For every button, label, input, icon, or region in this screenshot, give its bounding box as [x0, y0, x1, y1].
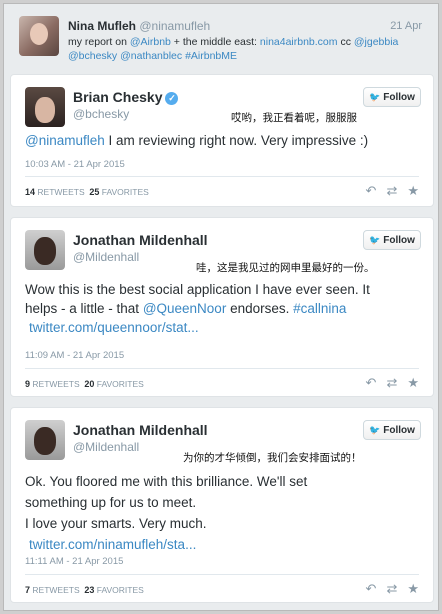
follow-button[interactable]: 🐦 Follow	[363, 230, 421, 250]
tweet-date[interactable]: 21 Apr	[390, 20, 422, 32]
tweet-card: Brian Chesky ✓ @bchesky 🐦 Follow 哎哟，我正看着呢，…	[10, 74, 434, 207]
tweet-timestamp[interactable]: 10:03 AM - 21 Apr 2015	[25, 159, 125, 170]
divider	[25, 368, 419, 369]
retweet-icon[interactable]: ⇄	[386, 375, 397, 391]
reply-icon[interactable]: ↶	[366, 183, 377, 199]
favorites-label: FAVORITES	[96, 379, 144, 389]
tweet-text: something up for us to meet.	[25, 495, 197, 510]
favorite-count[interactable]: 20	[84, 379, 94, 389]
star-icon[interactable]: ★	[407, 581, 419, 597]
tweet-text: Ok. You floored me with this brilliance.…	[25, 474, 308, 489]
retweet-count[interactable]: 7	[25, 585, 30, 595]
tweet-stats: 9 RETWEETS 20 FAVORITES	[25, 379, 144, 389]
tweet-actions: ↶ ⇄ ★	[366, 375, 419, 391]
tweet-text: my report on @Airbnb + the middle east: …	[68, 35, 408, 63]
retweets-label: RETWEETS	[32, 585, 80, 595]
favorite-count[interactable]: 25	[89, 187, 99, 197]
author-handle[interactable]: @Mildenhall	[73, 250, 139, 264]
reply-icon[interactable]: ↶	[366, 375, 377, 391]
follow-button[interactable]: 🐦 Follow	[363, 87, 421, 107]
retweet-count[interactable]: 14	[25, 187, 35, 197]
author-name[interactable]: Jonathan Mildenhall	[73, 422, 208, 438]
mention-link[interactable]: @bchesky	[68, 50, 117, 62]
screenshot-frame: Nina Mufleh @ninamufleh 21 Apr my report…	[3, 3, 439, 611]
hashtag-link[interactable]: #callnina	[293, 301, 346, 316]
star-icon[interactable]: ★	[407, 375, 419, 391]
divider	[25, 176, 419, 177]
twitter-bird-icon: 🐦	[369, 424, 381, 435]
retweets-label: RETWEETS	[37, 187, 85, 197]
url-link[interactable]: twitter.com/queennoor/stat...	[25, 320, 199, 335]
tweet-body: @ninamufleh I am reviewing right now. Ve…	[25, 131, 425, 150]
mention-link[interactable]: @QueenNoor	[143, 301, 227, 316]
favorite-count[interactable]: 23	[84, 585, 94, 595]
original-tweet: Nina Mufleh @ninamufleh 21 Apr my report…	[10, 10, 434, 70]
avatar[interactable]	[19, 16, 59, 56]
author-handle[interactable]: @Mildenhall	[73, 440, 139, 454]
tweet-text: endorses.	[226, 301, 294, 316]
tweet-actions: ↶ ⇄ ★	[366, 581, 419, 597]
tweet-text: helps - a little - that	[25, 301, 143, 316]
author-name[interactable]: Nina Mufleh	[68, 19, 136, 33]
retweet-icon[interactable]: ⇄	[386, 581, 397, 597]
tweet-stats: 14 RETWEETS 25 FAVORITES	[25, 187, 149, 197]
favorites-label: FAVORITES	[96, 585, 144, 595]
twitter-bird-icon: 🐦	[369, 234, 381, 245]
follow-label: Follow	[383, 234, 415, 246]
tweet-body: Wow this is the best social application …	[25, 280, 425, 337]
tweet-author[interactable]: Nina Mufleh @ninamufleh	[68, 19, 210, 33]
annotation: 哇，这是我见过的网申里最好的一份。	[196, 262, 375, 274]
hashtag-link[interactable]: #AirbnbME	[185, 50, 237, 62]
avatar[interactable]	[25, 420, 65, 460]
url-link[interactable]: nina4airbnb.com	[260, 36, 338, 48]
favorites-label: FAVORITES	[101, 187, 149, 197]
tweet-text: I am reviewing right now. Very impressiv…	[104, 133, 369, 148]
annotation: 哎哟，我正看着呢，服服服	[231, 112, 357, 124]
url-link[interactable]: twitter.com/ninamufleh/sta...	[25, 537, 196, 552]
text-segment: my report on	[68, 36, 130, 48]
tweet-actions: ↶ ⇄ ★	[366, 183, 419, 199]
tweet-timestamp[interactable]: 11:09 AM - 21 Apr 2015	[25, 350, 124, 361]
mention-link[interactable]: @ninamufleh	[25, 133, 105, 148]
tweet-text: Wow this is the best social application …	[25, 282, 370, 297]
annotation: 为你的才华倾倒，我们会安排面试的！	[183, 452, 362, 464]
follow-button[interactable]: 🐦 Follow	[363, 420, 421, 440]
tweet-body: Ok. You floored me with this brilliance.…	[25, 471, 425, 555]
twitter-bird-icon: 🐦	[369, 91, 381, 102]
author-name-text[interactable]: Brian Chesky	[73, 89, 162, 105]
retweet-icon[interactable]: ⇄	[386, 183, 397, 199]
text-segment: cc	[337, 36, 354, 48]
tweet-timestamp[interactable]: 11:11 AM - 21 Apr 2015	[25, 556, 123, 567]
mention-link[interactable]: @nathanblec	[120, 50, 182, 62]
retweets-label: RETWEETS	[32, 379, 80, 389]
mention-link[interactable]: @jgebbia	[354, 36, 399, 48]
verified-badge-icon: ✓	[165, 92, 179, 105]
tweet-text: I love your smarts. Very much.	[25, 516, 207, 531]
author-name[interactable]: Jonathan Mildenhall	[73, 232, 208, 248]
follow-label: Follow	[383, 424, 415, 436]
tweet-card: Jonathan Mildenhall @Mildenhall 🐦 Follow …	[10, 407, 434, 603]
author-handle[interactable]: @ninamufleh	[139, 19, 210, 33]
retweet-count[interactable]: 9	[25, 379, 30, 389]
divider	[25, 574, 419, 575]
text-segment: + the middle east:	[170, 36, 260, 48]
tweet-stats: 7 RETWEETS 23 FAVORITES	[25, 585, 144, 595]
follow-label: Follow	[383, 91, 415, 103]
reply-icon[interactable]: ↶	[366, 581, 377, 597]
author-handle[interactable]: @bchesky	[73, 107, 129, 121]
avatar[interactable]	[25, 87, 65, 127]
author-name[interactable]: Brian Chesky ✓	[73, 89, 179, 105]
star-icon[interactable]: ★	[407, 183, 419, 199]
tweet-card: Jonathan Mildenhall @Mildenhall 🐦 Follow …	[10, 217, 434, 397]
avatar[interactable]	[25, 230, 65, 270]
mention-link[interactable]: @Airbnb	[130, 36, 171, 48]
